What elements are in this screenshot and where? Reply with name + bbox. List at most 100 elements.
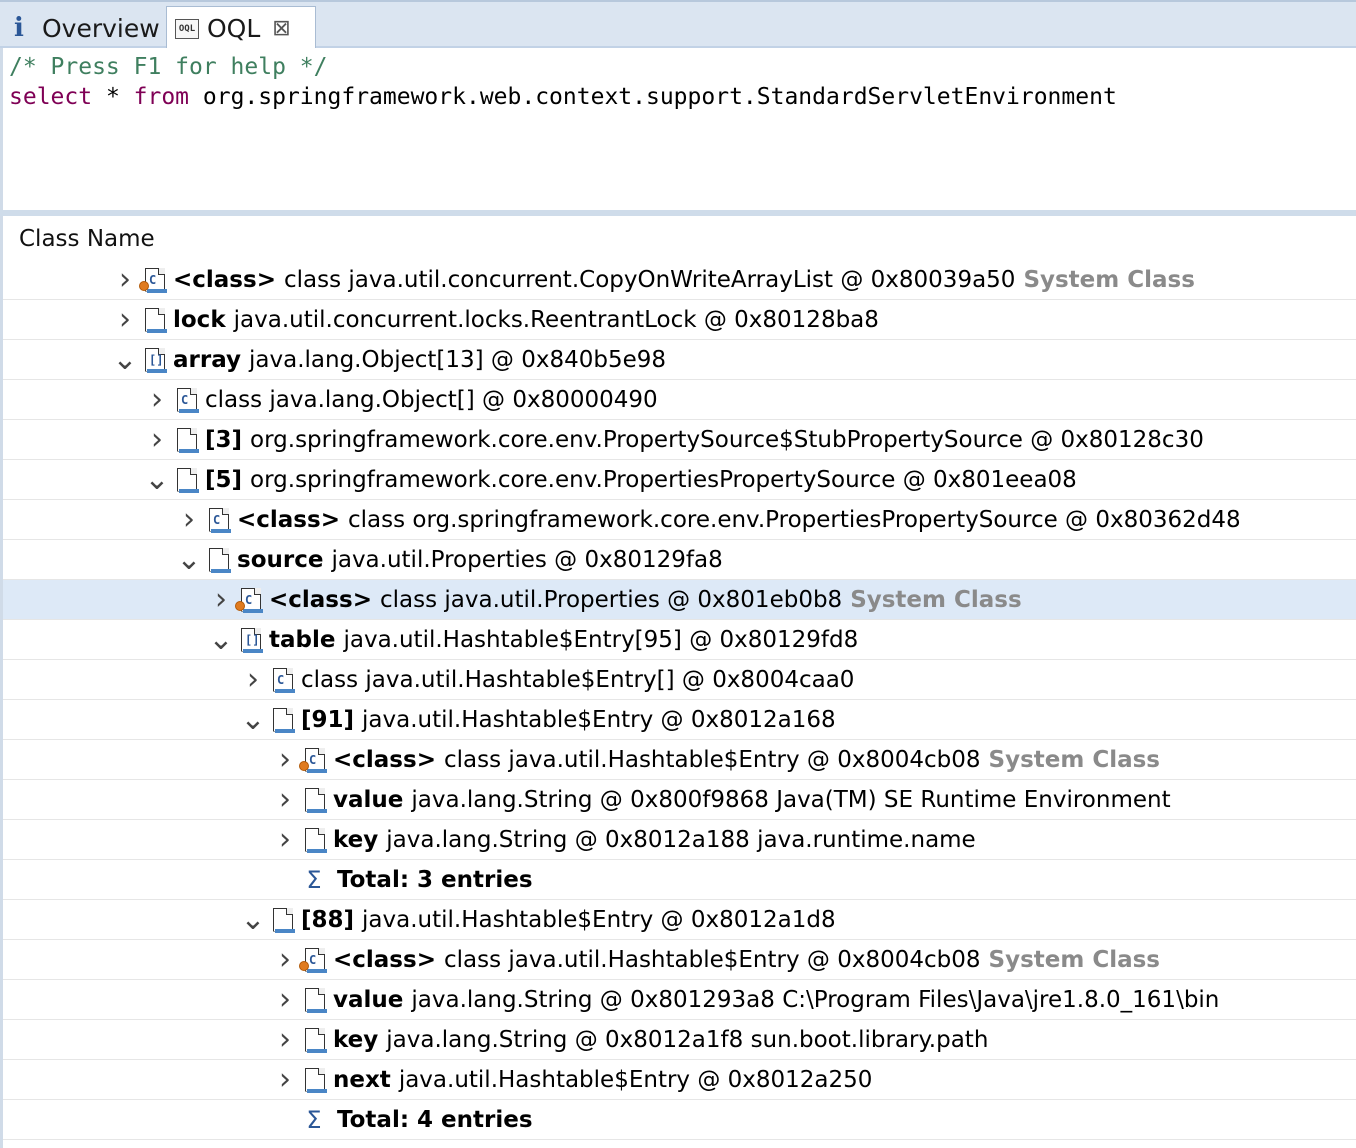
tree-row[interactable]: › C <class> class java.util.concurrent.Copy… [3,260,1356,300]
object-description: java.util.Properties @ 0x80129fa8 [331,546,723,573]
keyword-from: from [133,84,190,110]
oql-icon: OQL [175,18,199,39]
object-description: class java.util.Hashtable$Entry @ 0x8004… [443,746,981,773]
object-icon [207,547,231,573]
object-icon [271,707,295,733]
system-class-icon: C [139,267,167,293]
oql-query-editor[interactable]: /* Press F1 for help */ select * from or… [0,48,1356,212]
tree-row[interactable]: Σ Total: 3 entries [3,860,1356,900]
field-name: <class> [333,946,436,973]
expand-chevron-icon[interactable]: › [239,662,267,697]
tree-row[interactable]: ⌄ [88] java.util.Hashtable$Entry @ 0x8012a… [3,900,1356,940]
tree-row[interactable]: ⌄[] array java.lang.Object[13] @ 0x840b5e9… [3,340,1356,380]
object-description: java.util.Hashtable$Entry @ 0x8012a168 [362,706,836,733]
tree-row[interactable]: › C <class> class java.util.Hashtable$Entry… [3,740,1356,780]
system-class-label: System Class [988,946,1160,973]
field-name: array [173,346,242,373]
field-name: <class> [269,586,372,613]
field-name: [91] [301,706,355,733]
expand-chevron-icon[interactable]: › [271,942,299,977]
tree-row[interactable]: › [3] org.springframework.core.env.Propert… [3,420,1356,460]
field-name: source [237,546,324,573]
field-name: <class> [237,506,340,533]
object-description: java.lang.Object[13] @ 0x840b5e98 [249,346,667,373]
array-icon: [] [143,347,167,373]
collapse-chevron-icon[interactable]: ⌄ [239,904,267,934]
field-name: [5] [205,466,243,493]
expand-chevron-icon[interactable]: › [111,302,139,337]
field-name: key [333,826,379,853]
class-icon: C [207,507,231,533]
tree-row[interactable]: › value java.lang.String @ 0x801293a8 C:\P… [3,980,1356,1020]
collapse-chevron-icon[interactable]: ⌄ [239,704,267,734]
expand-chevron-icon[interactable]: › [143,422,171,457]
object-icon [271,907,295,933]
object-icon [303,787,327,813]
sum-icon: Σ [306,865,322,894]
expand-chevron-icon[interactable]: › [111,262,139,297]
object-description: class org.springframework.core.env.Prope… [347,506,1241,533]
class-icon: C [271,667,295,693]
system-class-icon: C [299,947,327,973]
select-star: * [92,84,134,110]
object-description: java.lang.String @ 0x801293a8 C:\Program… [411,986,1220,1013]
object-description: java.util.Hashtable$Entry[95] @ 0x80129f… [343,626,859,653]
field-name: lock [173,306,226,333]
tree-row[interactable]: › Cclass java.util.Hashtable$Entry[] @ 0x… [3,660,1356,700]
expand-chevron-icon[interactable]: › [271,1062,299,1097]
expand-chevron-icon[interactable]: › [271,1022,299,1057]
object-description: class java.util.Hashtable$Entry @ 0x8004… [443,946,981,973]
tree-row[interactable]: › Cclass java.lang.Object[] @ 0x80000490 [3,380,1356,420]
total-entries: Total: 3 entries [337,866,533,893]
field-name: [88] [301,906,355,933]
object-icon [175,467,199,493]
tree-row[interactable]: › next java.util.Hashtable$Entry @ 0x8012a… [3,1060,1356,1100]
collapse-chevron-icon[interactable]: ⌄ [143,464,171,494]
tab-oql[interactable]: OQL OQL ⊠ [166,6,316,50]
system-class-label: System Class [1023,266,1195,293]
close-icon[interactable]: ⊠ [272,16,290,41]
tree-row[interactable]: › key java.lang.String @ 0x8012a188 java.r… [3,820,1356,860]
object-icon [143,307,167,333]
tab-overview-label: Overview [42,13,160,43]
tab-bar: i Overview OQL OQL ⊠ [0,0,1356,50]
collapse-chevron-icon[interactable]: ⌄ [111,344,139,374]
object-icon [303,827,327,853]
field-name: key [333,1026,379,1053]
expand-chevron-icon[interactable]: › [271,982,299,1017]
object-icon [303,987,327,1013]
tree-row[interactable]: ⌄ [91] java.util.Hashtable$Entry @ 0x8012a… [3,700,1356,740]
tree-row[interactable]: › C <class> class java.util.Hashtable$Entry… [3,940,1356,980]
object-description: java.lang.String @ 0x8012a188 java.runti… [386,826,976,853]
collapse-chevron-icon[interactable]: ⌄ [175,544,203,574]
object-description: class java.util.concurrent.CopyOnWriteAr… [283,266,1016,293]
tree-row[interactable]: › lock java.util.concurrent.locks.Reentran… [3,300,1356,340]
tree-row[interactable]: › C <class> class java.util.Properties @ 0x… [3,580,1356,620]
tree-row[interactable]: › C <class> class org.springframework.core.… [3,500,1356,540]
object-description: org.springframework.core.env.PropertySou… [250,426,1204,453]
class-icon: C [175,387,199,413]
tree-row[interactable]: Σ Total: 4 entries [3,1100,1356,1140]
tab-overview[interactable]: i Overview [6,6,166,50]
field-name: value [333,786,404,813]
tree-row[interactable]: ⌄ [5] org.springframework.core.env.Propert… [3,460,1356,500]
object-description: java.util.concurrent.locks.ReentrantLock… [233,306,879,333]
system-class-icon: C [299,747,327,773]
tree-row[interactable]: › key java.lang.String @ 0x8012a1f8 sun.bo… [3,1020,1356,1060]
results-tree: Class Name › C <class> class java.util.conc… [0,216,1356,1148]
tree-row[interactable]: ⌄[] table java.util.Hashtable$Entry[95] @ … [3,620,1356,660]
tree-row[interactable]: ⌄ source java.util.Properties @ 0x80129fa8 [3,540,1356,580]
expand-chevron-icon[interactable]: › [175,502,203,537]
expand-chevron-icon[interactable]: › [271,782,299,817]
system-class-label: System Class [988,746,1160,773]
expand-chevron-icon[interactable]: › [207,582,235,617]
column-header-class-name[interactable]: Class Name [19,226,155,252]
collapse-chevron-icon[interactable]: ⌄ [207,624,235,654]
tree-row[interactable]: › value java.lang.String @ 0x800f9868 Java… [3,780,1356,820]
expand-chevron-icon[interactable]: › [271,742,299,777]
expand-chevron-icon[interactable]: › [143,382,171,417]
field-name: <class> [173,266,276,293]
object-description: class java.util.Properties @ 0x801eb0b8 [379,586,843,613]
expand-chevron-icon[interactable]: › [271,822,299,857]
array-icon: [] [239,627,263,653]
